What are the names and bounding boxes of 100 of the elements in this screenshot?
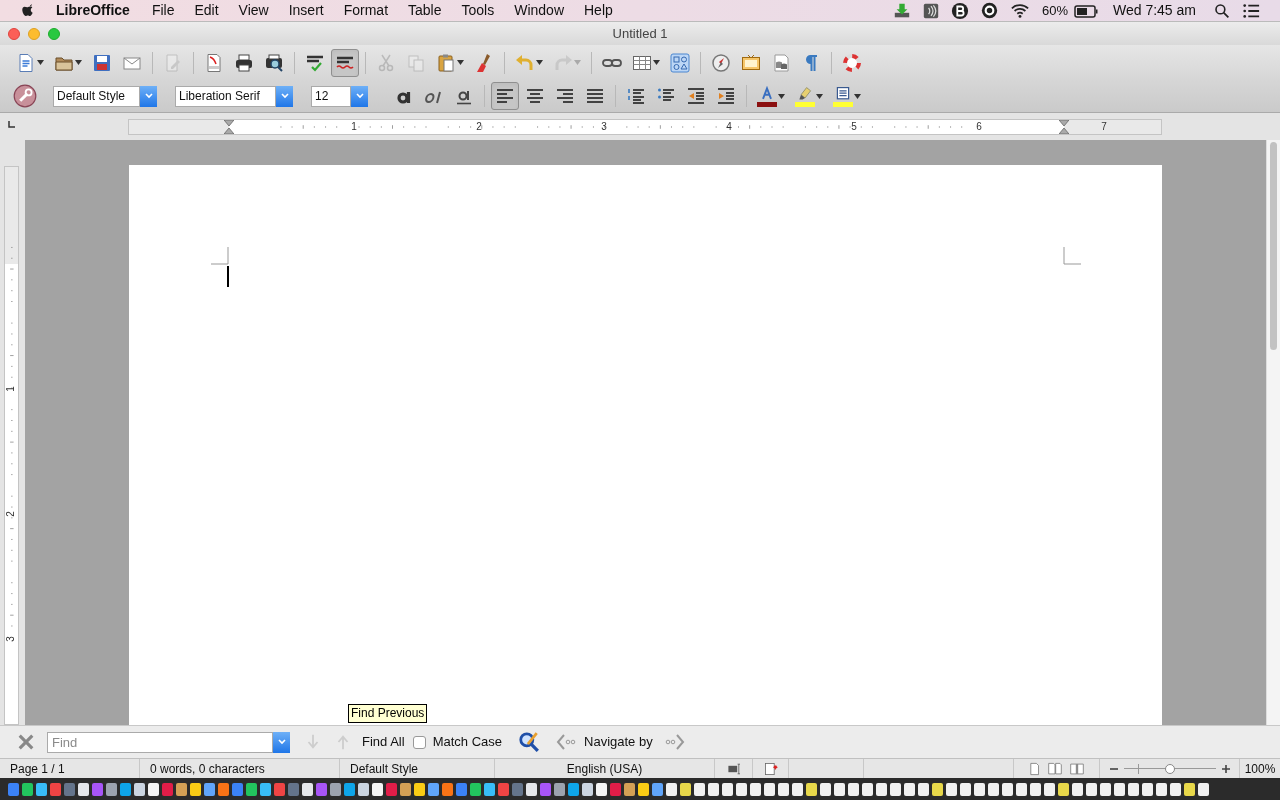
page-style[interactable]: Default Style [350,759,419,778]
dock-app-icon[interactable] [820,782,831,796]
dock-app-icon[interactable] [134,782,145,796]
dock-app-icon[interactable] [680,782,691,796]
indent-marker[interactable] [1059,119,1069,134]
dock-app-icon[interactable] [1044,782,1055,796]
sidebar-deck-button[interactable] [13,84,37,108]
slider-thumb[interactable] [1164,763,1175,774]
find-all-button[interactable]: Find All [362,732,405,752]
dock-app-icon[interactable] [988,782,999,796]
dock-app-icon[interactable] [750,782,761,796]
dock-app-icon[interactable] [36,782,47,796]
dock-app-icon[interactable] [414,782,425,796]
dock-app-icon[interactable] [22,782,33,796]
app-menu[interactable]: LibreOffice [56,0,130,21]
dock-app-icon[interactable] [78,782,89,796]
find-and-replace-button[interactable] [516,729,542,755]
dock-app-icon[interactable] [1198,782,1209,796]
dock-app-icon[interactable] [666,782,677,796]
menu-item[interactable]: Format [343,0,389,21]
dock-app-icon[interactable] [1142,782,1153,796]
dock-app-icon[interactable] [1114,782,1125,796]
dock-app-icon[interactable] [176,782,187,796]
find-field[interactable]: Find [47,731,273,753]
menu-item[interactable]: Tools [461,0,495,21]
dock-app-icon[interactable] [848,782,859,796]
zoom-percentage[interactable]: 100% [1244,759,1276,778]
dropdown-button[interactable] [351,85,368,107]
dock-app-icon[interactable] [1086,782,1097,796]
dock-app-icon[interactable] [190,782,201,796]
dock-app-icon[interactable] [1156,782,1167,796]
vertical-scrollbar[interactable] [1266,140,1280,725]
dock-app-icon[interactable] [246,782,257,796]
menu-item[interactable]: Insert [288,0,324,21]
dock-app-icon[interactable] [302,782,313,796]
dock-app-icon[interactable] [526,782,537,796]
menu-item[interactable]: File [151,0,175,21]
dropdown-button[interactable] [276,85,293,107]
dock-app-icon[interactable] [372,782,383,796]
dock-app-icon[interactable] [806,782,817,796]
font-size-combo[interactable]: 12 [311,85,351,107]
dock-app-icon[interactable] [792,782,803,796]
dock-app-icon[interactable] [1030,782,1041,796]
dock-app-icon[interactable] [960,782,971,796]
dock-app-icon[interactable] [834,782,845,796]
dock-app-icon[interactable] [974,782,985,796]
font-name-combo[interactable]: Liberation Serif [175,85,276,107]
dock-app-icon[interactable] [624,782,635,796]
dock-app-icon[interactable] [596,782,607,796]
dock-app-icon[interactable] [652,782,663,796]
dock-app-icon[interactable] [260,782,271,796]
dock-app-icon[interactable] [904,782,915,796]
zoom-in-button[interactable] [1219,762,1232,775]
dock-app-icon[interactable] [484,782,495,796]
dock-app-icon[interactable] [764,782,775,796]
dock-app-icon[interactable] [694,782,705,796]
scrollbar-thumb[interactable] [1270,142,1277,350]
dock-app-icon[interactable] [1016,782,1027,796]
zoom-slider[interactable] [1123,762,1216,775]
dock-app-icon[interactable] [946,782,957,796]
dock-app-icon[interactable] [722,782,733,796]
menu-item[interactable]: Table [408,0,442,21]
menu-item[interactable]: Edit [194,0,219,21]
dock-app-icon[interactable] [1072,782,1083,796]
paragraph-style-combo[interactable]: Default Style [53,85,140,107]
dock-app-icon[interactable] [400,782,411,796]
dock-app-icon[interactable] [918,782,929,796]
dock-app-icon[interactable] [470,782,481,796]
dock-app-icon[interactable] [204,782,215,796]
dock-app-icon[interactable] [106,782,117,796]
dock-app-icon[interactable] [876,782,887,796]
dock-app-icon[interactable] [1184,782,1195,796]
dock-app-icon[interactable] [778,782,789,796]
dock-app-icon[interactable] [932,782,943,796]
dock-app-icon[interactable] [582,782,593,796]
menu-item[interactable]: View [238,0,269,21]
dock-app-icon[interactable] [330,782,341,796]
dock-app-icon[interactable] [736,782,747,796]
menu-item[interactable]: Window [514,0,564,21]
dock-app-icon[interactable] [1128,782,1139,796]
dock-app-icon[interactable] [148,782,159,796]
dock-app-icon[interactable] [708,782,719,796]
dock-app-icon[interactable] [638,782,649,796]
dock-app-icon[interactable] [890,782,901,796]
dropdown-button[interactable] [140,85,157,107]
indent-marker[interactable] [224,119,234,134]
match-case-checkbox[interactable] [412,735,426,749]
dock-app-icon[interactable] [1002,782,1013,796]
dock-app-icon[interactable] [862,782,873,796]
dock-app-icon[interactable] [1100,782,1111,796]
dock-app-icon[interactable] [1058,782,1069,796]
menu-item[interactable]: Help [584,0,613,21]
dock-app-icon[interactable] [428,782,439,796]
dock-app-icon[interactable] [554,782,565,796]
dock-app-icon[interactable] [1170,782,1181,796]
close-button[interactable] [8,27,20,40]
dock-app-icon[interactable] [358,782,369,796]
language[interactable]: English (USA) [566,759,643,778]
dropdown-button[interactable] [273,731,290,753]
ruler-number: 7 [1101,119,1107,134]
